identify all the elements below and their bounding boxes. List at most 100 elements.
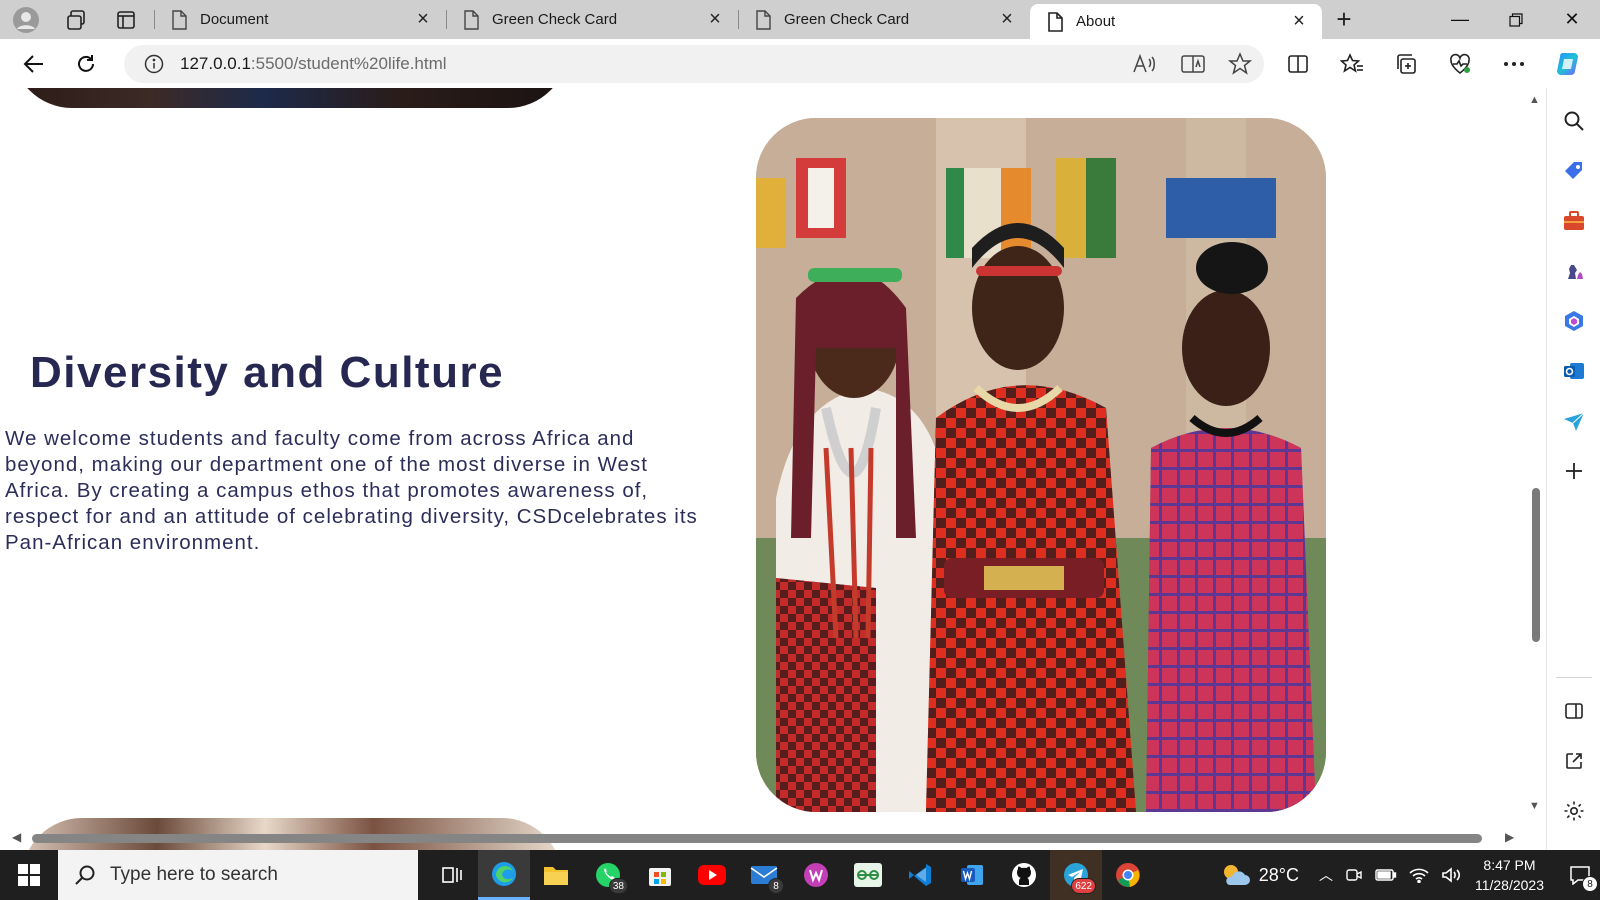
close-tab-icon[interactable]: × <box>704 8 726 31</box>
copilot-icon[interactable] <box>1550 46 1586 82</box>
immersive-reader-icon[interactable] <box>1180 53 1206 75</box>
file-explorer-icon[interactable] <box>530 850 582 900</box>
previous-section-photo <box>12 88 568 108</box>
taskbar-search-input[interactable]: Type here to search <box>58 850 418 900</box>
workspaces-icon[interactable] <box>62 6 90 34</box>
new-tab-button[interactable]: + <box>1322 0 1366 39</box>
address-bar: 127.0.0.1:5500/student%20life.html <box>0 39 1600 88</box>
search-placeholder: Type here to search <box>110 864 278 885</box>
browser-toolbar <box>1280 39 1586 88</box>
system-tray: 28°C ︿ 8:47 PM 11/28/2023 8 <box>1219 850 1600 900</box>
back-button[interactable] <box>8 44 60 84</box>
star-icon[interactable] <box>1228 52 1252 76</box>
minimize-icon[interactable]: — <box>1432 0 1488 39</box>
close-tab-icon[interactable]: × <box>412 8 434 31</box>
profile-avatar-icon[interactable] <box>12 6 40 34</box>
culture-photo <box>756 118 1326 812</box>
open-external-icon[interactable] <box>1558 745 1590 777</box>
vscode-icon[interactable] <box>894 850 946 900</box>
wifi-icon[interactable] <box>1409 867 1429 883</box>
heart-pulse-icon[interactable] <box>1442 46 1478 82</box>
tools-icon[interactable] <box>1558 205 1590 237</box>
horizontal-scrollbar[interactable]: ◀ ▶ <box>0 826 1526 850</box>
shopping-tag-icon[interactable] <box>1558 155 1590 187</box>
windows-taskbar: Type here to search 38 8 622 28°C ︿ 8:47… <box>0 850 1600 900</box>
section-title: Diversity and Culture <box>30 348 505 397</box>
task-view-icon[interactable] <box>426 850 478 900</box>
restore-icon[interactable] <box>1488 0 1544 39</box>
whatsapp-badge: 38 <box>608 878 628 894</box>
url-path: :5500/student%20life.html <box>250 54 447 73</box>
send-icon[interactable] <box>1558 405 1590 437</box>
tab-label: Green Check Card <box>492 11 618 28</box>
system-clock[interactable]: 8:47 PM 11/28/2023 <box>1475 855 1544 895</box>
search-icon[interactable] <box>1558 105 1590 137</box>
tab-actions-icon[interactable] <box>112 6 140 34</box>
start-button[interactable] <box>0 850 58 900</box>
vertical-scroll-thumb[interactable] <box>1532 488 1540 642</box>
meet-now-icon[interactable] <box>1345 866 1363 884</box>
geeksforgeeks-icon[interactable] <box>842 850 894 900</box>
browser-tab[interactable]: Green Check Card × <box>738 0 1030 39</box>
battery-icon[interactable] <box>1375 868 1397 882</box>
github-icon[interactable] <box>998 850 1050 900</box>
weather-temp: 28°C <box>1258 864 1299 885</box>
close-tab-icon[interactable]: × <box>996 8 1018 31</box>
youtube-icon[interactable] <box>686 850 738 900</box>
horizontal-scroll-thumb[interactable] <box>32 834 1482 843</box>
search-icon <box>75 865 95 885</box>
microsoft-365-icon[interactable] <box>1558 305 1590 337</box>
outlook-icon[interactable] <box>1558 355 1590 387</box>
clock-time: 8:47 PM <box>1483 857 1536 873</box>
more-icon[interactable] <box>1496 46 1532 82</box>
hide-sidebar-icon[interactable] <box>1558 695 1590 727</box>
url-host: 127.0.0.1 <box>180 54 251 73</box>
mail-icon[interactable]: 8 <box>738 850 790 900</box>
telegram-icon[interactable]: 622 <box>1050 850 1102 900</box>
add-icon[interactable] <box>1558 455 1590 487</box>
tabstrip-leading-controls <box>0 0 140 39</box>
windows-logo-icon <box>18 864 40 886</box>
scroll-left-icon[interactable]: ◀ <box>12 830 21 844</box>
chevron-up-icon[interactable]: ︿ <box>1319 865 1333 885</box>
games-icon[interactable] <box>1558 255 1590 287</box>
telegram-badge: 622 <box>1071 878 1096 894</box>
refresh-button[interactable] <box>60 44 112 84</box>
microsoft-store-icon[interactable] <box>634 850 686 900</box>
browser-tab-active[interactable]: About × <box>1030 4 1322 39</box>
notification-badge: 8 <box>1582 876 1598 892</box>
weather-widget[interactable]: 28°C <box>1219 861 1299 889</box>
tab-strip: Document × Green Check Card × Green Chec… <box>0 0 1600 39</box>
scroll-down-icon[interactable]: ▼ <box>1529 800 1540 812</box>
tab-label: Green Check Card <box>784 11 910 28</box>
page-icon <box>172 9 187 30</box>
sidebar-bottom-controls <box>1547 669 1600 836</box>
close-window-icon[interactable]: ✕ <box>1544 0 1600 39</box>
whatsapp-icon[interactable]: 38 <box>582 850 634 900</box>
tab-label: About <box>1076 13 1116 30</box>
edge-taskbar-icon[interactable] <box>478 850 530 900</box>
page-icon <box>756 9 771 30</box>
scroll-up-icon[interactable]: ▲ <box>1529 94 1540 106</box>
taskbar-apps: 38 8 622 <box>426 850 1154 900</box>
split-screen-icon[interactable] <box>1280 46 1316 82</box>
word-icon[interactable] <box>946 850 998 900</box>
clock-date: 11/28/2023 <box>1474 877 1544 893</box>
chrome-icon[interactable] <box>1102 850 1154 900</box>
scroll-right-icon[interactable]: ▶ <box>1505 830 1514 844</box>
tray-icons: ︿ <box>1319 865 1461 885</box>
favorites-icon[interactable] <box>1334 46 1370 82</box>
read-aloud-icon[interactable] <box>1132 53 1158 75</box>
page-icon <box>1048 11 1063 32</box>
browser-tab[interactable]: Green Check Card × <box>446 0 738 39</box>
browser-tab[interactable]: Document × <box>154 0 446 39</box>
writing-app-icon[interactable] <box>790 850 842 900</box>
settings-gear-icon[interactable] <box>1558 795 1590 827</box>
info-icon[interactable] <box>144 54 164 74</box>
volume-icon[interactable] <box>1441 867 1461 883</box>
url-input[interactable]: 127.0.0.1:5500/student%20life.html <box>124 45 1264 83</box>
close-tab-icon[interactable]: × <box>1288 10 1310 33</box>
collections-icon[interactable] <box>1388 46 1424 82</box>
notification-center-icon[interactable]: 8 <box>1560 850 1600 900</box>
vertical-scrollbar[interactable]: ▲ ▼ <box>1526 88 1546 826</box>
